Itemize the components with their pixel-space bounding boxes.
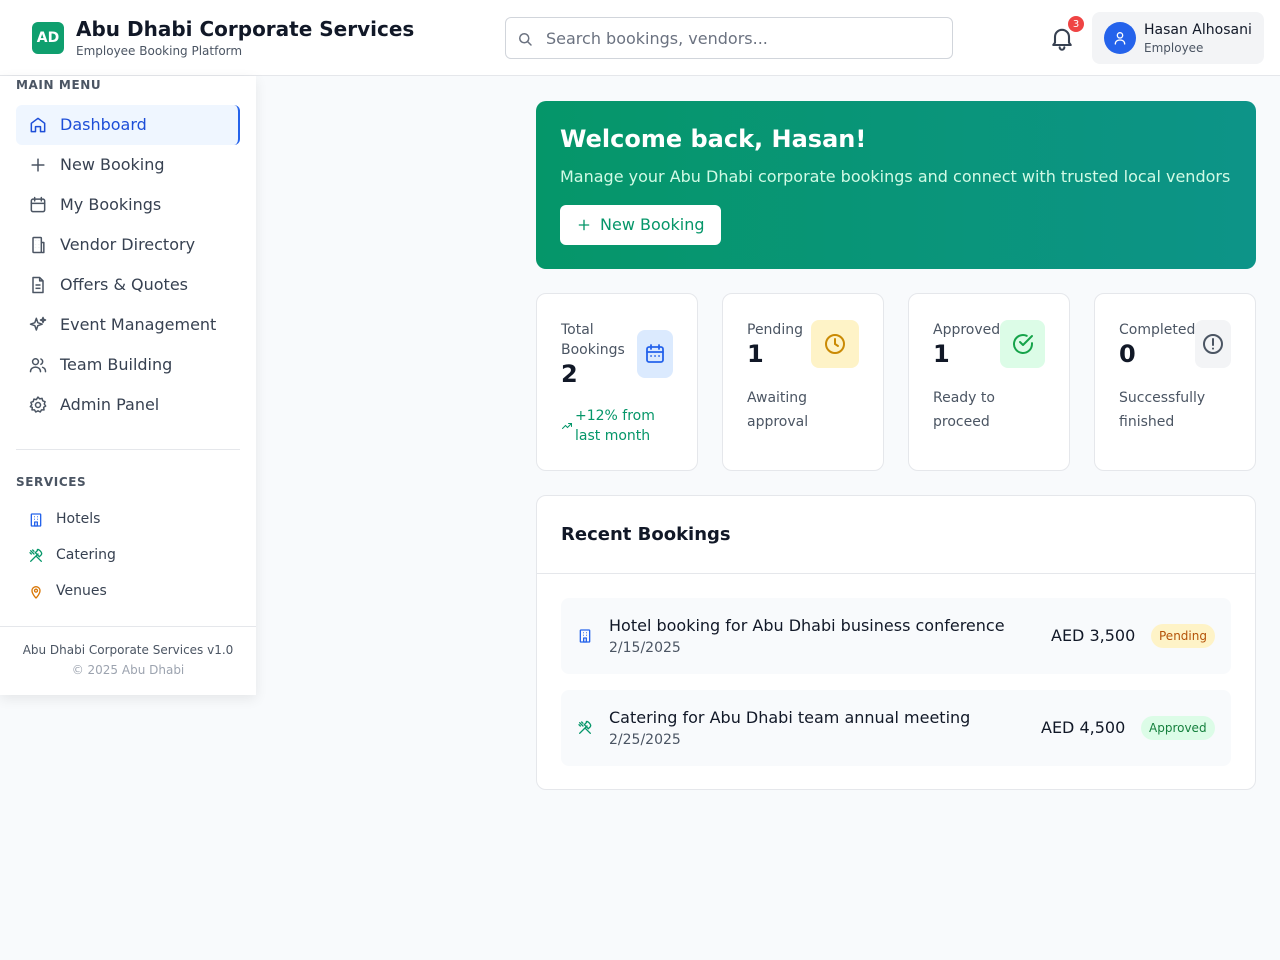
stat-value: 1 bbox=[747, 340, 764, 368]
services-label: SERVICES bbox=[16, 475, 87, 489]
alert-circle-icon bbox=[1203, 334, 1223, 354]
new-booking-button[interactable]: New Booking bbox=[560, 205, 721, 245]
home-icon bbox=[30, 117, 46, 133]
utensils-icon bbox=[29, 548, 43, 562]
search-input[interactable] bbox=[546, 18, 946, 58]
main-menu-label: MAIN MENU bbox=[16, 78, 102, 92]
user-icon bbox=[1114, 32, 1126, 45]
status-badge: Pending bbox=[1151, 624, 1215, 648]
sidebar-item-dashboard[interactable]: Dashboard bbox=[16, 105, 240, 145]
stat-card-approved: Approved 1 Ready to proceed bbox=[908, 293, 1070, 471]
sparkles-icon bbox=[29, 316, 47, 331]
welcome-title: Welcome back, Hasan! bbox=[560, 125, 867, 153]
stat-icon-box bbox=[811, 320, 859, 368]
utensils-icon bbox=[578, 720, 592, 734]
stat-icon-box bbox=[1000, 320, 1045, 368]
sidebar-item-my-bookings[interactable]: My Bookings bbox=[16, 185, 240, 225]
stat-value: 1 bbox=[933, 340, 950, 368]
gear-icon bbox=[29, 396, 47, 413]
sidebar-item-offers-quotes[interactable]: Offers & Quotes bbox=[16, 265, 240, 305]
check-circle-icon bbox=[1012, 334, 1033, 354]
top-header: AD Abu Dhabi Corporate Services Employee… bbox=[0, 0, 1280, 76]
sidebar-item-label: Event Management bbox=[60, 315, 217, 334]
sidebar-item-admin-panel[interactable]: Admin Panel bbox=[16, 385, 240, 425]
sidebar-item-label: My Bookings bbox=[60, 195, 162, 214]
stat-label: Pending bbox=[747, 322, 803, 338]
stat-card-total-bookings: Total Bookings 2 +12% from last month bbox=[536, 293, 698, 471]
stat-trend-text: +12% from last month bbox=[575, 408, 655, 444]
calendar-icon bbox=[30, 196, 46, 213]
hotel-icon bbox=[30, 513, 42, 527]
sidebar-item-event-management[interactable]: Event Management bbox=[16, 305, 240, 345]
user-name: Hasan Alhosani bbox=[1144, 22, 1252, 38]
booking-description: Catering for Abu Dhabi team annual meeti… bbox=[609, 708, 971, 727]
footer-copyright: © 2025 Abu Dhabi bbox=[71, 663, 185, 677]
booking-amount: AED 4,500 bbox=[1041, 718, 1126, 737]
booking-description: Hotel booking for Abu Dhabi business con… bbox=[609, 616, 1005, 635]
stat-subtext: Ready to proceed bbox=[933, 390, 995, 430]
welcome-text: Manage your Abu Dhabi corporate bookings… bbox=[560, 167, 1231, 186]
avatar bbox=[1104, 22, 1136, 54]
sidebar-service-hotels[interactable]: Hotels bbox=[16, 504, 240, 536]
stat-label: Approved bbox=[933, 322, 1001, 338]
sidebar-item-team-building[interactable]: Team Building bbox=[16, 345, 240, 385]
stat-subtext: Awaiting approval bbox=[747, 390, 809, 430]
booking-date: 2/25/2025 bbox=[609, 732, 681, 748]
sidebar-service-catering[interactable]: Catering bbox=[16, 540, 240, 572]
app-subtitle: Employee Booking Platform bbox=[76, 44, 243, 58]
sidebar-item-label: New Booking bbox=[60, 155, 165, 174]
sidebar-item-label: Vendor Directory bbox=[60, 235, 196, 254]
app-title: Abu Dhabi Corporate Services bbox=[76, 17, 415, 41]
search-icon bbox=[519, 33, 532, 46]
document-icon bbox=[32, 276, 44, 294]
app-logo[interactable]: AD bbox=[32, 22, 64, 54]
notification-badge: 3 bbox=[1068, 16, 1084, 32]
search-box[interactable] bbox=[505, 17, 953, 59]
sidebar-item-label: Dashboard bbox=[60, 115, 147, 134]
building-icon bbox=[32, 236, 45, 254]
booking-amount: AED 3,500 bbox=[1051, 626, 1136, 645]
stat-card-completed: Completed 0 Successfully finished bbox=[1094, 293, 1256, 471]
stat-label: Total Bookings bbox=[561, 322, 625, 358]
sidebar-footer: Abu Dhabi Corporate Services v1.0 © 2025… bbox=[0, 626, 256, 695]
plus-icon bbox=[578, 219, 590, 231]
sidebar-service-venues[interactable]: Venues bbox=[16, 576, 240, 608]
stat-value: 0 bbox=[1119, 340, 1136, 368]
sidebar-item-label: Offers & Quotes bbox=[60, 275, 188, 294]
booking-date: 2/15/2025 bbox=[609, 640, 681, 656]
recent-bookings-title: Recent Bookings bbox=[561, 524, 731, 545]
stat-subtext: Successfully finished bbox=[1119, 390, 1206, 430]
table-row[interactable]: Catering for Abu Dhabi team annual meeti… bbox=[561, 690, 1231, 766]
sidebar-service-label: Catering bbox=[56, 547, 116, 563]
recent-bookings-card: Recent Bookings Hotel booking for Abu Dh… bbox=[536, 495, 1256, 790]
plus-icon bbox=[31, 158, 45, 172]
sidebar-item-label: Team Building bbox=[60, 355, 173, 374]
user-role: Employee bbox=[1144, 41, 1204, 55]
stat-icon-box bbox=[1195, 320, 1231, 368]
status-badge: Approved bbox=[1141, 716, 1215, 740]
user-menu[interactable]: Hasan Alhosani Employee bbox=[1092, 12, 1264, 64]
clock-icon bbox=[825, 334, 845, 354]
trending-up-icon bbox=[562, 423, 572, 429]
map-pin-icon bbox=[31, 586, 41, 599]
sidebar-service-label: Venues bbox=[56, 583, 107, 599]
sidebar-item-vendor-directory[interactable]: Vendor Directory bbox=[16, 225, 240, 265]
hotel-icon bbox=[579, 629, 591, 643]
table-row[interactable]: Hotel booking for Abu Dhabi business con… bbox=[561, 598, 1231, 674]
stat-value: 2 bbox=[561, 360, 578, 388]
sidebar-divider bbox=[16, 449, 240, 450]
sidebar-item-label: Admin Panel bbox=[60, 395, 160, 414]
users-icon bbox=[29, 358, 47, 373]
sidebar-service-label: Hotels bbox=[56, 511, 101, 527]
stat-card-pending: Pending 1 Awaiting approval bbox=[722, 293, 884, 471]
calendar-icon bbox=[646, 344, 664, 363]
sidebar-item-new-booking[interactable]: New Booking bbox=[16, 145, 240, 185]
new-booking-label: New Booking bbox=[600, 215, 705, 234]
sidebar: MAIN MENU Dashboard New Booking My Booki… bbox=[0, 76, 256, 695]
stat-icon-box bbox=[637, 330, 673, 378]
footer-version: Abu Dhabi Corporate Services v1.0 bbox=[22, 643, 234, 657]
welcome-banner: Welcome back, Hasan! Manage your Abu Dha… bbox=[536, 101, 1256, 269]
recent-divider bbox=[537, 573, 1255, 574]
stat-label: Completed bbox=[1119, 322, 1196, 338]
